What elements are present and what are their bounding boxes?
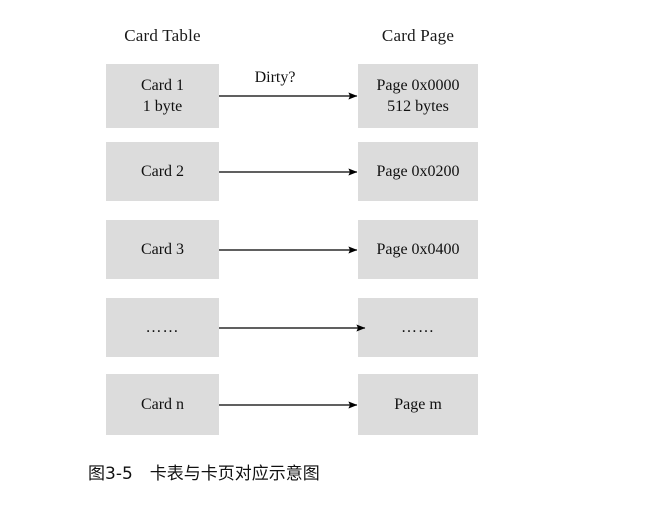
card-entry-line-1: Card 2 xyxy=(140,163,185,180)
card-page-entry-ellipsis: …… xyxy=(358,298,478,357)
page-entry-line-2: 512 bytes xyxy=(387,98,449,115)
card-entry-line-1: Card 3 xyxy=(140,241,185,258)
column-header-card-page: Card Page xyxy=(381,26,455,45)
page-entry-line-1: Page m xyxy=(394,396,442,413)
page-entry-line-1: Page 0x0200 xyxy=(376,163,460,180)
card-page-entry-3: Page 0x0400 xyxy=(358,220,478,279)
card-table-entry-n: Card n xyxy=(106,374,219,435)
card-page-entry-2: Page 0x0200 xyxy=(358,142,478,201)
card-table-entry-1: Card 1 1 byte xyxy=(106,64,219,128)
page-entry-line-1: Page 0x0000 xyxy=(376,77,460,94)
card-table-entry-ellipsis: …… xyxy=(106,298,219,357)
arrow-layer xyxy=(219,92,366,409)
card-entry-line-1: Card n xyxy=(140,396,185,413)
card-page-entry-1: Page 0x0000 512 bytes xyxy=(358,64,478,128)
card-table-entry-3: Card 3 xyxy=(106,220,219,279)
card-entry-line-1: …… xyxy=(145,319,180,336)
column-header-card-table: Card Table xyxy=(124,26,201,45)
figure-caption: 图3-5 卡表与卡页对应示意图 xyxy=(88,464,320,484)
edge-label-dirty: Dirty? xyxy=(254,69,296,86)
card-entry-line-1: Card 1 xyxy=(140,77,185,94)
card-page-entry-m: Page m xyxy=(358,374,478,435)
figure-canvas: Card Table Card Page Card 1 1 byte Page … xyxy=(0,0,647,510)
card-table-entry-2: Card 2 xyxy=(106,142,219,201)
card-entry-line-2: 1 byte xyxy=(142,98,183,115)
page-entry-line-1: Page 0x0400 xyxy=(376,241,460,258)
page-entry-line-1: …… xyxy=(401,319,435,336)
